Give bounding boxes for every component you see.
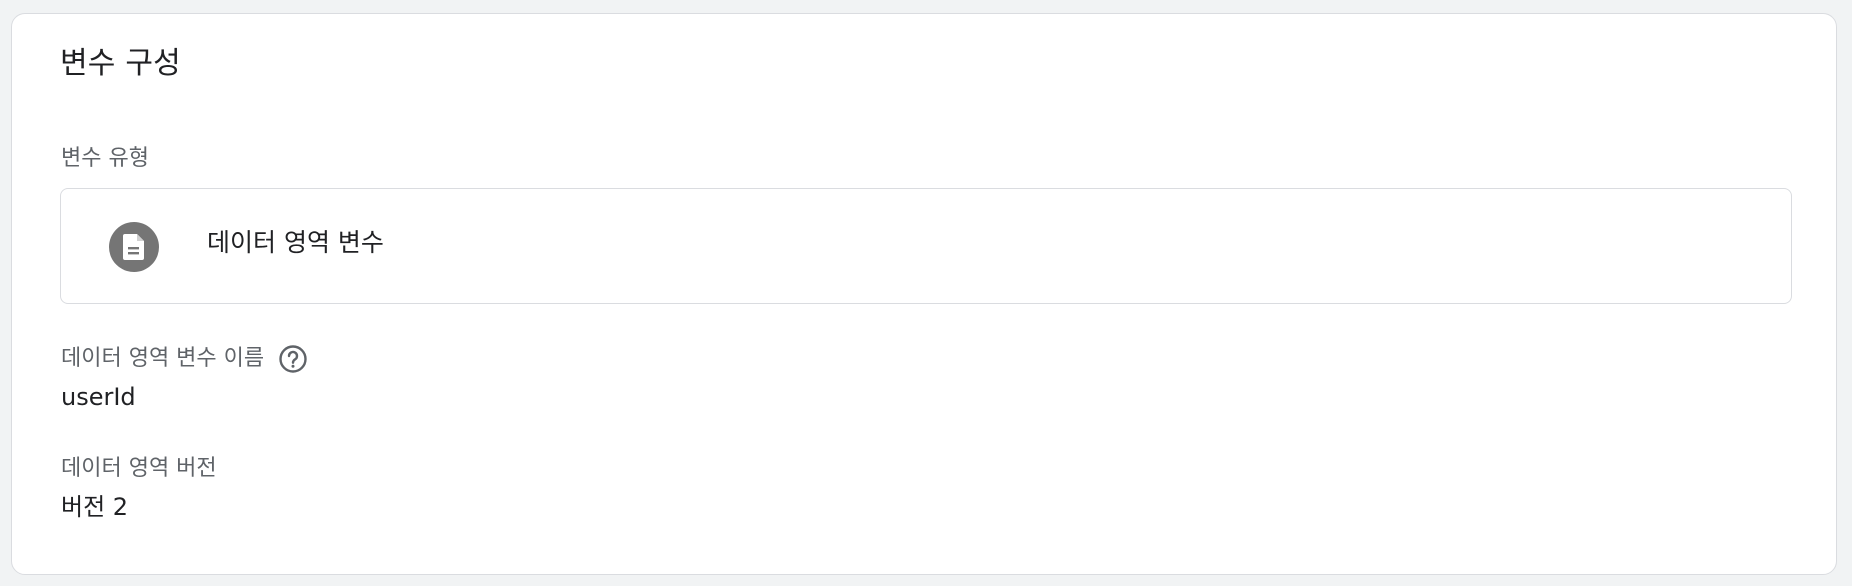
data-layer-version-label: 데이터 영역 버전 [61,456,217,481]
data-layer-variable-name-label-text: 데이터 영역 변수 이름 [61,346,265,371]
variable-configuration-card: 변수 구성 변수 유형 데이터 영역 변수 데이터 영역 변수 이름 userI… [11,13,1837,575]
variable-type-selector[interactable]: 데이터 영역 변수 [60,188,1792,304]
data-layer-variable-name-label: 데이터 영역 변수 이름 [61,344,308,374]
document-icon [109,222,159,272]
variable-type-name: 데이터 영역 변수 [207,228,384,257]
data-layer-version-value: 버전 2 [61,493,129,521]
card-title: 변수 구성 [60,46,181,81]
variable-type-label: 변수 유형 [61,146,149,171]
help-icon[interactable] [278,344,308,374]
data-layer-variable-name-value: userId [61,383,136,411]
